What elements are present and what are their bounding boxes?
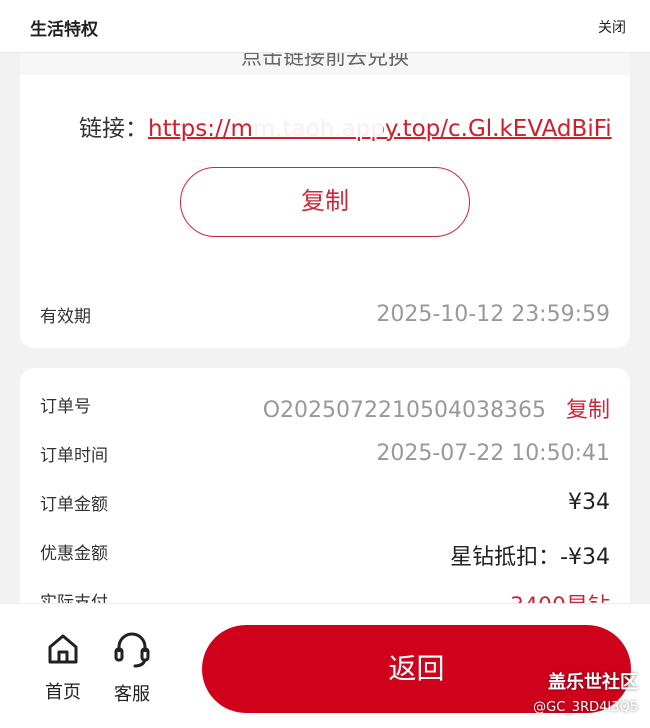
top-bar: 生活特权 关闭 <box>0 0 650 53</box>
nav-customer-service-label: 客服 <box>114 684 150 705</box>
page-title: 生活特权 <box>30 20 98 40</box>
order-number-value-group: O2025072210504038365 复制 <box>263 392 610 424</box>
order-amount-label: 订单金额 <box>40 495 108 515</box>
nav-customer-service[interactable]: 客服 <box>102 632 162 706</box>
order-amount-row: 订单金额 ¥34 <box>40 490 610 520</box>
redeem-hint-banner: 点击链接前去兑换 <box>20 53 630 75</box>
community-watermark: 盖乐世社区 @GC_3RD4I3Q5 <box>533 668 638 715</box>
watermark-handle: @GC_3RD4I3Q5 <box>533 700 638 715</box>
order-time-label: 订单时间 <box>40 446 108 466</box>
nav-home[interactable]: 首页 <box>33 632 93 704</box>
link-card: 点击链接前去兑换 链接：https://mm.taoh.appy.top/c.G… <box>20 53 630 348</box>
order-number-value: O2025072210504038365 <box>262 398 546 423</box>
validity-value: 2025-10-12 23:59:59 <box>376 302 610 327</box>
discount-row: 优惠金额 星钻抵扣：-¥34 <box>40 539 610 570</box>
order-card: 订单号 O2025072210504038365 复制 订单时间 2025-07-… <box>20 368 630 628</box>
order-number-label: 订单号 <box>40 397 91 417</box>
link-row: 链接：https://mm.taoh.appy.top/c.Gl.kEVAdBi… <box>79 109 612 143</box>
validity-label: 有效期 <box>40 307 91 327</box>
copy-link-button[interactable]: 复制 <box>180 167 470 237</box>
order-time-row: 订单时间 2025-07-22 10:50:41 <box>40 441 610 471</box>
discount-label: 优惠金额 <box>40 544 108 564</box>
headset-icon <box>114 632 150 668</box>
redeem-hint-text: 点击链接前去兑换 <box>241 53 409 69</box>
order-number-row: 订单号 O2025072210504038365 复制 <box>40 392 610 424</box>
home-icon <box>48 634 78 664</box>
order-amount-value: ¥34 <box>568 490 610 515</box>
order-time-value: 2025-07-22 10:50:41 <box>376 441 610 466</box>
nav-home-label: 首页 <box>45 682 81 703</box>
close-button[interactable]: 关闭 <box>598 17 626 37</box>
watermark-title: 盖乐世社区 <box>548 672 638 693</box>
copy-order-number-button[interactable]: 复制 <box>566 398 610 423</box>
discount-value: 星钻抵扣：-¥34 <box>450 545 610 570</box>
link-label: 链接： <box>79 116 148 142</box>
redaction-mask <box>253 111 383 137</box>
